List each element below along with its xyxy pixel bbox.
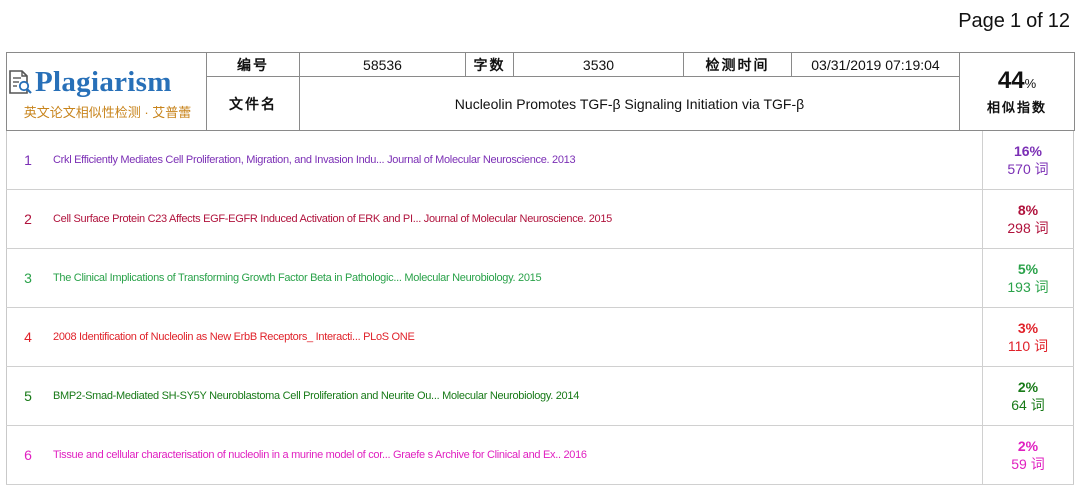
result-row[interactable]: 1 Crkl Efficiently Mediates Cell Prolifer…: [6, 131, 1074, 190]
logo: Plagiarism 英文论文相似性检测 · 艾普蕾: [6, 52, 207, 131]
result-stats: 2% 64 词: [982, 366, 1074, 426]
result-percent: 3%: [1017, 320, 1039, 336]
result-title[interactable]: Cell Surface Protein C23 Affects EGF-EGF…: [49, 189, 983, 249]
page-total: 12: [1047, 10, 1070, 32]
result-word-count: 193 词: [1007, 279, 1049, 295]
result-title[interactable]: Crkl Efficiently Mediates Cell Prolifera…: [49, 131, 983, 190]
score-value: 44: [997, 67, 1025, 94]
result-index: 4: [6, 307, 49, 367]
result-row[interactable]: 2 Cell Surface Protein C23 Affects EGF-EG…: [6, 189, 1074, 249]
result-percent: 2%: [1017, 438, 1039, 454]
report: Plagiarism 英文论文相似性检测 · 艾普蕾 编号 58536 字数 3…: [6, 52, 1075, 485]
result-word-count: 64 词: [1011, 397, 1045, 413]
result-stats: 5% 193 词: [982, 248, 1074, 308]
similarity-score: 44% 相似指数: [959, 52, 1075, 131]
result-stats: 3% 110 词: [982, 307, 1074, 367]
file-name-label: 文件名: [206, 76, 300, 131]
result-percent: 8%: [1017, 202, 1039, 218]
result-percent: 16%: [1013, 143, 1043, 159]
page-current: 1: [1009, 10, 1022, 32]
logo-subtitle: 英文论文相似性检测 · 艾普蕾: [23, 105, 192, 120]
word-count-label: 字数: [465, 52, 514, 77]
result-word-count: 570 词: [1007, 161, 1049, 177]
result-title[interactable]: The Clinical Implications of Transformin…: [49, 248, 983, 308]
result-title[interactable]: 2008 Identification of Nucleolin as New …: [49, 307, 983, 367]
page-of-word: of: [1026, 10, 1043, 32]
result-stats: 8% 298 词: [982, 189, 1074, 249]
result-index: 5: [6, 366, 49, 426]
id-value: 58536: [299, 52, 466, 77]
word-count-value: 3530: [513, 52, 684, 77]
page-word: Page: [958, 10, 1005, 32]
check-time-label: 检测时间: [683, 52, 792, 77]
result-index: 2: [6, 189, 49, 249]
report-header: Plagiarism 英文论文相似性检测 · 艾普蕾 编号 58536 字数 3…: [6, 52, 1075, 131]
document-search-icon: [9, 70, 32, 94]
result-word-count: 59 词: [1011, 456, 1045, 472]
score-label: 相似指数: [986, 100, 1047, 115]
result-row[interactable]: 5 BMP2-Smad-Mediated SH-SY5Y Neuroblastom…: [6, 366, 1074, 426]
logo-name: Plagiarism: [35, 65, 172, 98]
file-name-value: Nucleolin Promotes TGF-β Signaling Initi…: [299, 76, 960, 131]
result-title[interactable]: BMP2-Smad-Mediated SH-SY5Y Neuroblastoma…: [49, 366, 983, 426]
result-index: 3: [6, 248, 49, 308]
result-row[interactable]: 4 2008 Identification of Nucleolin as New…: [6, 307, 1074, 367]
id-label: 编号: [206, 52, 300, 77]
result-index: 1: [6, 131, 49, 190]
result-percent: 5%: [1017, 261, 1039, 277]
result-word-count: 298 词: [1007, 220, 1049, 236]
result-word-count: 110 词: [1007, 338, 1049, 354]
score-unit: %: [1024, 76, 1037, 91]
check-time-value: 03/31/2019 07:19:04: [791, 52, 960, 77]
result-stats: 16% 570 词: [982, 131, 1074, 190]
page-indicator: Page 1 of 12: [953, 10, 1070, 33]
result-row[interactable]: 3 The Clinical Implications of Transformi…: [6, 248, 1074, 308]
results-table: 1 Crkl Efficiently Mediates Cell Prolifer…: [6, 131, 1074, 485]
result-percent: 2%: [1017, 379, 1039, 395]
